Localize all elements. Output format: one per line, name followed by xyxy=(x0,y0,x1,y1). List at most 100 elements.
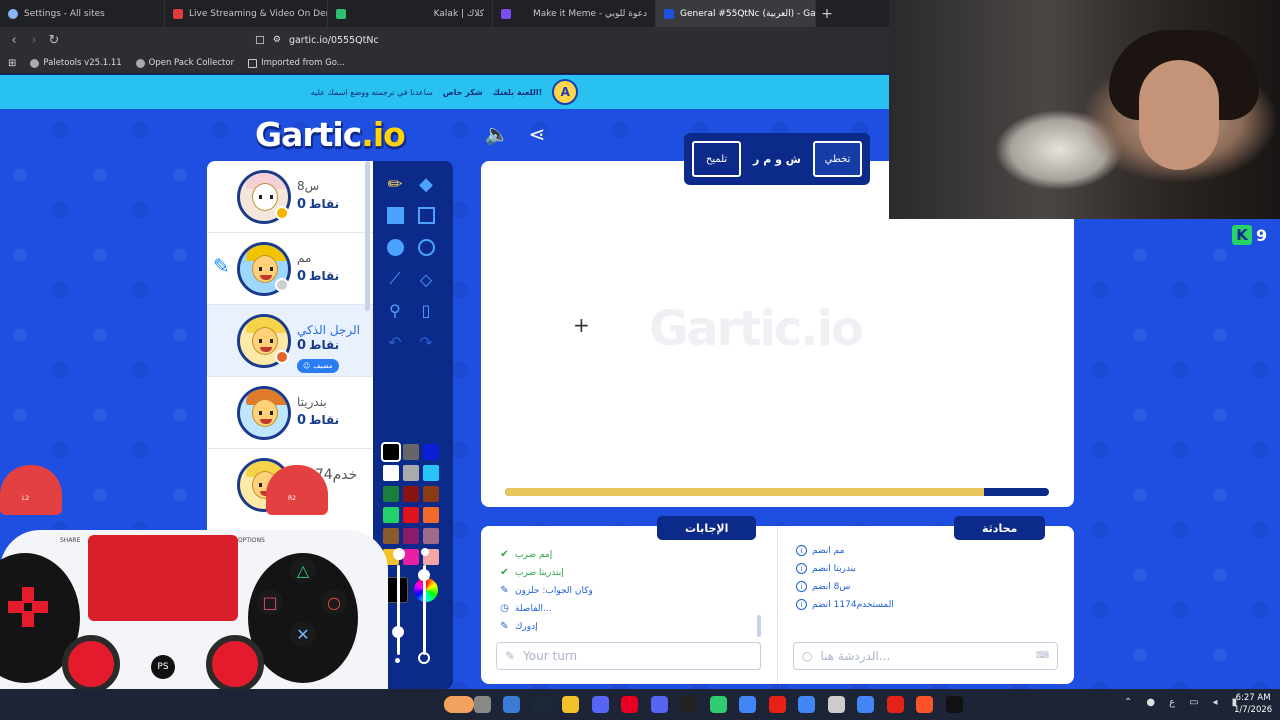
palette-color-swatch[interactable] xyxy=(423,444,439,460)
palette-color-swatch[interactable] xyxy=(403,465,419,481)
address-bar[interactable]: ☐ ⚙ gartic.io/0555QtNc xyxy=(255,30,875,50)
banner-cta[interactable]: اللعبة بلغتك! xyxy=(493,88,543,97)
pencil-icon: ✎ xyxy=(500,585,509,596)
taskbar-app-icon[interactable] xyxy=(886,696,904,713)
r2-trigger: R2 xyxy=(266,465,328,515)
taskbar-app-icon[interactable] xyxy=(650,696,668,713)
redo-icon[interactable]: ↷ xyxy=(414,330,438,354)
players-scrollbar[interactable] xyxy=(365,161,370,311)
taskbar-clock[interactable]: 6:27 AM 1/7/2026 xyxy=(1234,692,1272,716)
palette-color-swatch[interactable] xyxy=(403,528,419,544)
tab-live-streaming[interactable]: Live Streaming & Video On Demand xyxy=(165,0,328,27)
palette-color-swatch[interactable] xyxy=(423,465,439,481)
palette-color-swatch[interactable] xyxy=(423,528,439,544)
opacity-knob[interactable] xyxy=(418,569,430,581)
apps-grid-icon[interactable]: ⊞ xyxy=(8,58,16,69)
bookmark-paletools[interactable]: Paletools v25.1.11 xyxy=(30,58,122,68)
right-stick xyxy=(206,635,264,693)
input-language[interactable]: ع xyxy=(1169,697,1175,708)
tab-kalak[interactable]: Kalak | كلاك xyxy=(328,0,493,27)
palette-color-swatch[interactable] xyxy=(381,442,401,462)
palette-color-swatch[interactable] xyxy=(403,507,419,523)
taskbar-app-icon[interactable] xyxy=(680,696,697,713)
answers-scrollbar[interactable] xyxy=(757,615,761,637)
player-card[interactable]: مم 0 نقاط xyxy=(207,233,373,305)
volume-icon[interactable]: ◂ xyxy=(1213,697,1218,708)
answer-input[interactable]: ✎ Your turn xyxy=(496,642,761,670)
chevron-up-icon[interactable]: ⌃ xyxy=(1124,697,1132,708)
score-label: نقاط xyxy=(309,269,340,283)
fill-bucket-icon[interactable]: ◆ xyxy=(414,172,438,196)
left-stick xyxy=(62,635,120,693)
info-icon: i xyxy=(796,599,807,610)
taskbar-app-icon[interactable] xyxy=(768,696,786,713)
tab-settings[interactable]: Settings - All sites xyxy=(0,0,165,27)
keyboard-icon[interactable]: ⌨ xyxy=(1036,651,1049,661)
chat-input[interactable]: ○ الدردشة هنا... ⌨ xyxy=(793,642,1058,670)
filled-rectangle-icon[interactable] xyxy=(383,203,407,227)
taskbar-app-icon[interactable] xyxy=(798,696,815,713)
palette-color-swatch[interactable] xyxy=(403,444,419,460)
new-tab-button[interactable]: + xyxy=(816,0,838,27)
bookmark-star-icon[interactable]: ☐ xyxy=(255,34,265,47)
corner-score-icon: K xyxy=(1232,225,1252,245)
color-picker-icon[interactable] xyxy=(414,578,438,602)
tab-label: General #55QtNc (العربية) - Gartic xyxy=(680,8,816,19)
palette-color-swatch[interactable] xyxy=(423,486,439,502)
circle-outline-icon[interactable] xyxy=(414,235,438,259)
palette-color-swatch[interactable] xyxy=(423,507,439,523)
rectangle-outline-icon[interactable] xyxy=(414,203,438,227)
share-icon[interactable]: ⋖ xyxy=(524,121,550,147)
tab-gartic[interactable]: General #55QtNc (العربية) - Gartic✕ xyxy=(656,0,816,27)
webcam-person-face xyxy=(1139,60,1219,170)
taskbar-app-icon[interactable] xyxy=(621,696,638,713)
taskbar-app-icon[interactable] xyxy=(945,696,963,713)
gartic-logo[interactable]: Gartic.io xyxy=(255,115,406,154)
sound-icon[interactable]: 🔈 xyxy=(484,121,510,147)
taskbar-app-icon[interactable] xyxy=(503,696,520,713)
clear-page-icon[interactable]: ▯ xyxy=(414,298,438,322)
player-card[interactable]: س8 0 نقاط xyxy=(207,161,373,233)
r2-label: R2 xyxy=(288,495,296,502)
forward-icon[interactable]: › xyxy=(24,33,44,48)
skip-button[interactable]: تخطي xyxy=(813,141,862,177)
back-icon[interactable]: ‹ xyxy=(4,33,24,48)
corner-score-value: 9 xyxy=(1256,225,1268,245)
eyedropper-icon[interactable]: ⚲ xyxy=(383,298,407,322)
taskbar-app-icon[interactable] xyxy=(562,696,579,713)
line-tool-icon[interactable]: ⟋ xyxy=(383,267,407,291)
player-name: مم xyxy=(297,251,312,265)
check-icon: ✔ xyxy=(500,567,509,578)
tab-make-it-meme[interactable]: Make it Meme - دعوة للوبي xyxy=(493,0,656,27)
taskbar-app-icon[interactable] xyxy=(591,696,609,713)
circle-button-icon: ○ xyxy=(321,589,347,615)
taskbar-app-icon[interactable] xyxy=(739,696,756,713)
taskbar-app-icon[interactable] xyxy=(709,696,727,713)
taskbar-app-icon[interactable] xyxy=(827,696,845,713)
share-label: SHARE xyxy=(60,537,81,544)
taskbar-app-icon[interactable] xyxy=(444,696,474,713)
player-card[interactable]: بندريتا 0 نقاط xyxy=(207,377,373,449)
player-card-drawing[interactable]: الرجل الذكي 0 نقاط ☺ مضيف xyxy=(207,305,373,377)
clock-time: 6:27 AM xyxy=(1235,693,1271,703)
translate-banner[interactable]: ساعدنا في ترجمته ووضع اسمك عليه شكر خاص … xyxy=(0,75,889,109)
palette-color-swatch[interactable] xyxy=(403,486,419,502)
taskbar-app-icon[interactable] xyxy=(857,696,874,713)
network-icon[interactable]: ▭ xyxy=(1189,697,1198,708)
microphone-icon[interactable]: ● xyxy=(1146,697,1155,708)
brush-size-knob[interactable] xyxy=(392,626,404,638)
hint-button[interactable]: تلميح xyxy=(692,141,741,177)
site-info-icon[interactable]: ⚙ xyxy=(273,35,281,45)
pencil-tool-icon[interactable]: ✏ xyxy=(383,172,407,196)
taskbar-app-icon[interactable] xyxy=(473,696,491,713)
reload-icon[interactable]: ↻ xyxy=(44,33,64,48)
brush-size-slider[interactable] xyxy=(397,565,400,655)
eraser-icon[interactable]: ◇ xyxy=(414,267,438,291)
taskbar-app-icon[interactable] xyxy=(532,696,550,713)
bookmark-imported-folder[interactable]: Imported from Go... xyxy=(248,58,345,68)
taskbar-app-icon[interactable] xyxy=(916,696,933,713)
bookmark-open-pack-collector[interactable]: Open Pack Collector xyxy=(135,58,234,68)
filled-circle-icon[interactable] xyxy=(383,235,407,259)
undo-icon[interactable]: ↶ xyxy=(383,330,407,354)
palette-color-swatch[interactable] xyxy=(403,549,419,565)
